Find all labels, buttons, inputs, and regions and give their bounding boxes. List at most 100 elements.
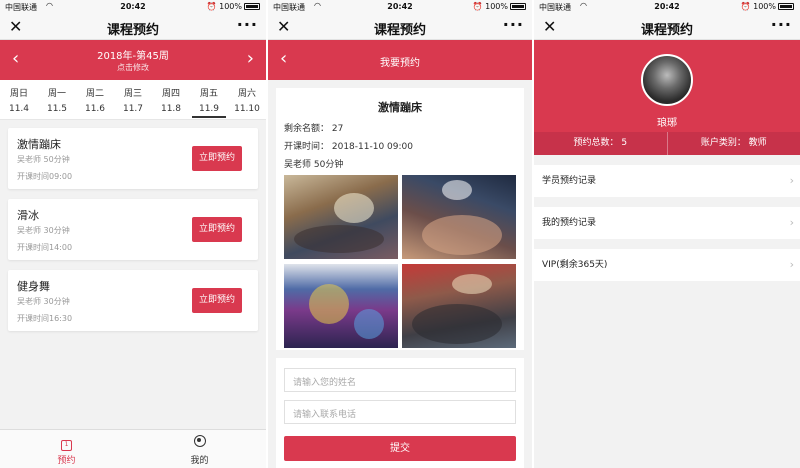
calendar-icon: 1: [61, 440, 72, 451]
book-now-button[interactable]: 立即预约: [192, 288, 242, 313]
tab-book-label: 预约: [57, 456, 76, 466]
teacher-duration: 吴老师 50分钟: [284, 160, 344, 170]
menu-label: 学员预约记录: [542, 176, 597, 186]
nav-title: 课程预约: [640, 23, 693, 38]
user-name: 琅琊: [657, 118, 677, 129]
book-now-button[interactable]: 立即预约: [192, 146, 242, 171]
chevron-right-icon: ›: [789, 258, 794, 271]
status-bar: 中国联通 ◠ 20:42 ⏰ 100%: [534, 0, 800, 14]
week-title: 2018年-第45周: [97, 51, 169, 62]
nav-bar: ✕ 课程预约 ···: [0, 14, 266, 40]
day-tab[interactable]: 周二 11.6: [76, 80, 114, 119]
menu-label: VIP(剩余365天): [542, 260, 608, 270]
book-now-button[interactable]: 立即预约: [192, 217, 242, 242]
course-photo[interactable]: [402, 264, 516, 348]
avatar[interactable]: [641, 54, 693, 106]
course-name: 激情蹦床: [17, 138, 61, 151]
booking-header: ‹ 我要预约: [268, 40, 532, 80]
course-open-time: 开课时间09:00: [17, 172, 73, 181]
nav-bar: ✕ 课程预约 ···: [534, 14, 800, 40]
day-tab[interactable]: 周四 11.8: [152, 80, 190, 119]
menu-my-records[interactable]: 我的预约记录 ›: [534, 207, 800, 239]
menu-vip[interactable]: VIP(剩余365天) ›: [534, 249, 800, 281]
nav-bar: ✕ 课程预约 ···: [268, 14, 532, 40]
nav-title: 课程预约: [373, 23, 426, 38]
battery-status: ⏰ 100%: [473, 2, 526, 11]
day-tab[interactable]: 周一 11.5: [38, 80, 76, 119]
profile-header: 琅琊 预约总数： 5 账户类别： 教师: [534, 40, 800, 155]
status-bar: 中国联通 ◠ 20:42 ⏰ 100%: [268, 0, 532, 14]
more-icon[interactable]: ···: [771, 15, 792, 34]
course-teacher: 吴老师 50分钟: [17, 155, 70, 164]
alarm-icon: ⏰: [206, 2, 217, 11]
course-detail-card: 激情蹦床 剩余名额： 27 开课时间： 2018-11-10 09:00 吴老师…: [276, 88, 524, 350]
course-photo[interactable]: [402, 175, 516, 259]
week-edit-hint[interactable]: 点击修改: [0, 62, 266, 73]
course-card: 滑冰 吴老师 30分钟 开课时间14:00 立即预约: [8, 199, 258, 260]
day-tab[interactable]: 周六 11.10: [228, 80, 266, 119]
course-photo[interactable]: [284, 175, 398, 259]
menu-student-records[interactable]: 学员预约记录 ›: [534, 165, 800, 197]
open-time: 开课时间： 2018-11-10 09:00: [284, 142, 413, 152]
more-icon[interactable]: ···: [503, 15, 524, 34]
booking-header-title: 我要预约: [380, 58, 420, 69]
submit-button[interactable]: 提交: [284, 436, 516, 461]
day-date: 11.6: [84, 104, 106, 114]
booking-form: 请输入您的姓名 请输入联系电话 提交: [276, 358, 524, 468]
alarm-icon: ⏰: [472, 2, 483, 11]
day-tab[interactable]: 周日 11.4: [0, 80, 38, 119]
battery-status: ⏰ 100%: [741, 2, 794, 11]
day-name: 周二: [85, 89, 104, 99]
battery-percent: 100%: [753, 2, 776, 11]
course-list: 激情蹦床 吴老师 50分钟 开课时间09:00 立即预约 滑冰 吴老师 30分钟…: [0, 120, 266, 331]
name-input[interactable]: 请输入您的姓名: [284, 368, 516, 392]
schedule-screen: 中国联通 ◠ 20:42 ⏰ 100% ✕ 课程预约 ··· ‹ 2018年-第…: [0, 0, 266, 468]
course-card: 健身舞 吴老师 30分钟 开课时间16:30 立即预约: [8, 270, 258, 331]
day-name: 周三: [123, 89, 142, 99]
week-selector[interactable]: ‹ 2018年-第45周 点击修改 ›: [0, 40, 266, 80]
battery-icon: [510, 3, 526, 10]
day-name: 周日: [9, 89, 28, 99]
day-name: 周五: [199, 89, 218, 99]
battery-icon: [244, 3, 260, 10]
battery-status: ⏰ 100%: [207, 2, 260, 11]
battery-percent: 100%: [219, 2, 242, 11]
booking-total: 预约总数： 5: [573, 138, 628, 148]
booking-screen: 中国联通 ◠ 20:42 ⏰ 100% ✕ 课程预约 ··· ‹ 我要预约 激情…: [268, 0, 532, 468]
battery-percent: 100%: [485, 2, 508, 11]
user-icon: [193, 435, 206, 447]
course-teacher: 吴老师 30分钟: [17, 297, 70, 306]
alarm-icon: ⏰: [740, 2, 751, 11]
next-week-icon[interactable]: ›: [247, 48, 254, 69]
tab-bar: 1 预约 我的: [0, 429, 266, 468]
battery-icon: [778, 3, 794, 10]
day-date: 11.4: [8, 104, 30, 114]
tab-mine[interactable]: 我的: [133, 430, 266, 468]
chevron-right-icon: ›: [789, 174, 794, 187]
day-date: 11.5: [46, 104, 68, 114]
more-icon[interactable]: ···: [237, 15, 258, 34]
day-date: 11.9: [198, 104, 220, 114]
status-bar: 中国联通 ◠ 20:42 ⏰ 100%: [0, 0, 266, 14]
chevron-right-icon: ›: [789, 216, 794, 229]
nav-title: 课程预约: [106, 23, 159, 38]
course-card: 激情蹦床 吴老师 50分钟 开课时间09:00 立即预约: [8, 128, 258, 189]
course-name: 滑冰: [17, 209, 39, 222]
day-name: 周一: [47, 89, 66, 99]
phone-input[interactable]: 请输入联系电话: [284, 400, 516, 424]
course-name: 健身舞: [17, 280, 50, 293]
course-photo[interactable]: [284, 264, 398, 348]
day-date: 11.10: [234, 104, 260, 114]
day-tabs: 周日 11.4 周一 11.5 周二 11.6 周三 11.7 周四 11.8 周五 11.…: [0, 80, 266, 120]
tab-mine-label: 我的: [190, 456, 209, 466]
course-open-time: 开课时间14:00: [17, 243, 73, 252]
day-tab[interactable]: 周三 11.7: [114, 80, 152, 119]
day-date: 11.8: [160, 104, 182, 114]
profile-stats: 预约总数： 5 账户类别： 教师: [534, 132, 800, 155]
day-date: 11.7: [122, 104, 144, 114]
tab-book[interactable]: 1 预约: [0, 430, 133, 468]
profile-menu: 学员预约记录 › 我的预约记录 › VIP(剩余365天) ›: [534, 165, 800, 281]
day-tab-selected[interactable]: 周五 11.9: [190, 80, 228, 119]
course-open-time: 开课时间16:30: [17, 314, 73, 323]
course-title: 激情蹦床: [378, 101, 422, 114]
